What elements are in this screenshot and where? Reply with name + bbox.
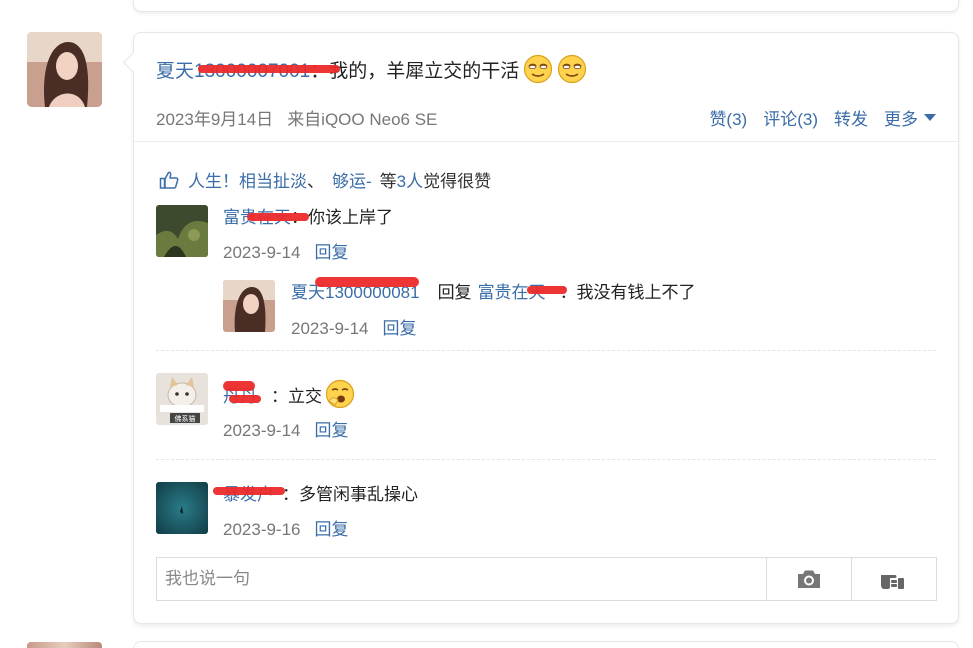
like-button[interactable]: 赞(3) [709, 105, 747, 130]
comment-meta: 2023-9-14 回复 [223, 238, 349, 263]
cat-avatar-image: 佛系猫 [156, 373, 208, 425]
author-avatar-image [27, 32, 102, 107]
liker-1[interactable]: 人生！相当扯淡 [188, 167, 307, 192]
section-divider [134, 141, 958, 142]
comment-date: 2023-9-14 [223, 421, 301, 440]
comment-meta: 2023-9-16 回复 [223, 515, 349, 540]
comment-avatar[interactable] [156, 482, 208, 534]
camera-icon [798, 570, 820, 588]
redaction-mark [223, 381, 255, 391]
post-source: 来自iQOO Neo6 SE [287, 110, 438, 129]
avatar-caption: 佛系猫 [175, 414, 196, 423]
next-author-avatar[interactable] [27, 642, 102, 648]
reply-line: 夏天1300000081 回复 富贵在天 ：我没有钱上不了 [291, 277, 696, 303]
more-button[interactable]: 更多 [884, 105, 936, 130]
weibo-post-card: 夏天13000007001 ： 我的，羊犀立交的干活 2023年9月14日来自i… [133, 32, 959, 624]
likes-summary: 人生！相当扯淡 、 够运- 等 3人 觉得很赞 [159, 167, 491, 192]
reply-button[interactable]: 回复 [383, 319, 417, 338]
squint-emoji-icon [524, 54, 553, 84]
comment-input-row [156, 557, 937, 601]
yawn-emoji-icon [325, 379, 355, 409]
avatar-image [223, 280, 275, 332]
add-photo-button[interactable] [766, 558, 851, 600]
post-actions: 赞(3) 评论(3) 转发 更多 [709, 105, 936, 130]
reply-button[interactable]: 回复 [315, 520, 349, 539]
more-label: 更多 [884, 110, 918, 129]
squint-emoji-icon [558, 54, 587, 84]
comment-avatar[interactable]: 佛系猫 [156, 373, 208, 425]
redaction-mark [213, 487, 285, 495]
redaction-mark [198, 64, 340, 73]
likes-count-prefix: 等 [379, 172, 397, 191]
previous-post-card [133, 0, 959, 12]
avatar-image [156, 482, 208, 534]
redaction-mark [527, 286, 567, 294]
redaction-mark [315, 277, 419, 287]
comment-date: 2023-9-14 [223, 243, 301, 262]
avatar-image [156, 205, 208, 257]
thumbs-up-icon [159, 171, 179, 189]
likes-suffix: 觉得很赞 [423, 172, 492, 191]
comment-button[interactable]: 评论(3) [763, 105, 818, 130]
post-author-link[interactable]: 夏天13000007001 [156, 56, 340, 83]
redaction-mark [247, 213, 309, 221]
comment-line: 丹丹 ：立交 [223, 379, 355, 409]
pointing-hand-icon [881, 575, 904, 589]
post-content: 夏天13000007001 ： 我的，羊犀立交的干活 [156, 54, 587, 84]
comment-text: ：立交 [271, 386, 322, 406]
repost-button[interactable]: 转发 [834, 105, 868, 130]
comment-line: 暴发户 ：多管闲事乱操心 [213, 480, 418, 505]
next-post-card [133, 641, 959, 648]
caret-down-icon [924, 114, 936, 121]
likes-count[interactable]: 3人 [397, 167, 423, 192]
comment-separator [156, 350, 936, 351]
comment-input[interactable] [157, 558, 766, 600]
post-date[interactable]: 2023年9月14日 [156, 110, 273, 129]
comment-separator [156, 459, 936, 460]
liker-separator: 、 [307, 172, 324, 191]
post-text: 我的，羊犀立交的干活 [329, 60, 520, 82]
comment-line: 富贵在天 ：你该上岸了 [223, 203, 393, 228]
reply-avatar[interactable] [223, 280, 275, 332]
comment-meta: 2023-9-14 回复 [223, 416, 349, 441]
liker-2[interactable]: 够运- [332, 167, 372, 192]
reply-button[interactable]: 回复 [315, 421, 349, 440]
reply-word: 回复 [437, 283, 472, 302]
reply-meta: 2023-9-14 回复 [291, 314, 417, 339]
reply-button[interactable]: 回复 [315, 243, 349, 262]
author-avatar[interactable] [27, 32, 102, 107]
send-button[interactable] [851, 558, 936, 600]
redaction-mark [229, 395, 261, 403]
comment-date: 2023-9-16 [223, 520, 301, 539]
reply-date: 2023-9-14 [291, 319, 369, 338]
post-meta: 2023年9月14日 来自iQOO Neo6 SE [156, 105, 437, 130]
comment-avatar[interactable] [156, 205, 208, 257]
reply-text: ：我没有钱上不了 [559, 283, 696, 302]
comment-text: ：多管闲事乱操心 [282, 485, 418, 504]
